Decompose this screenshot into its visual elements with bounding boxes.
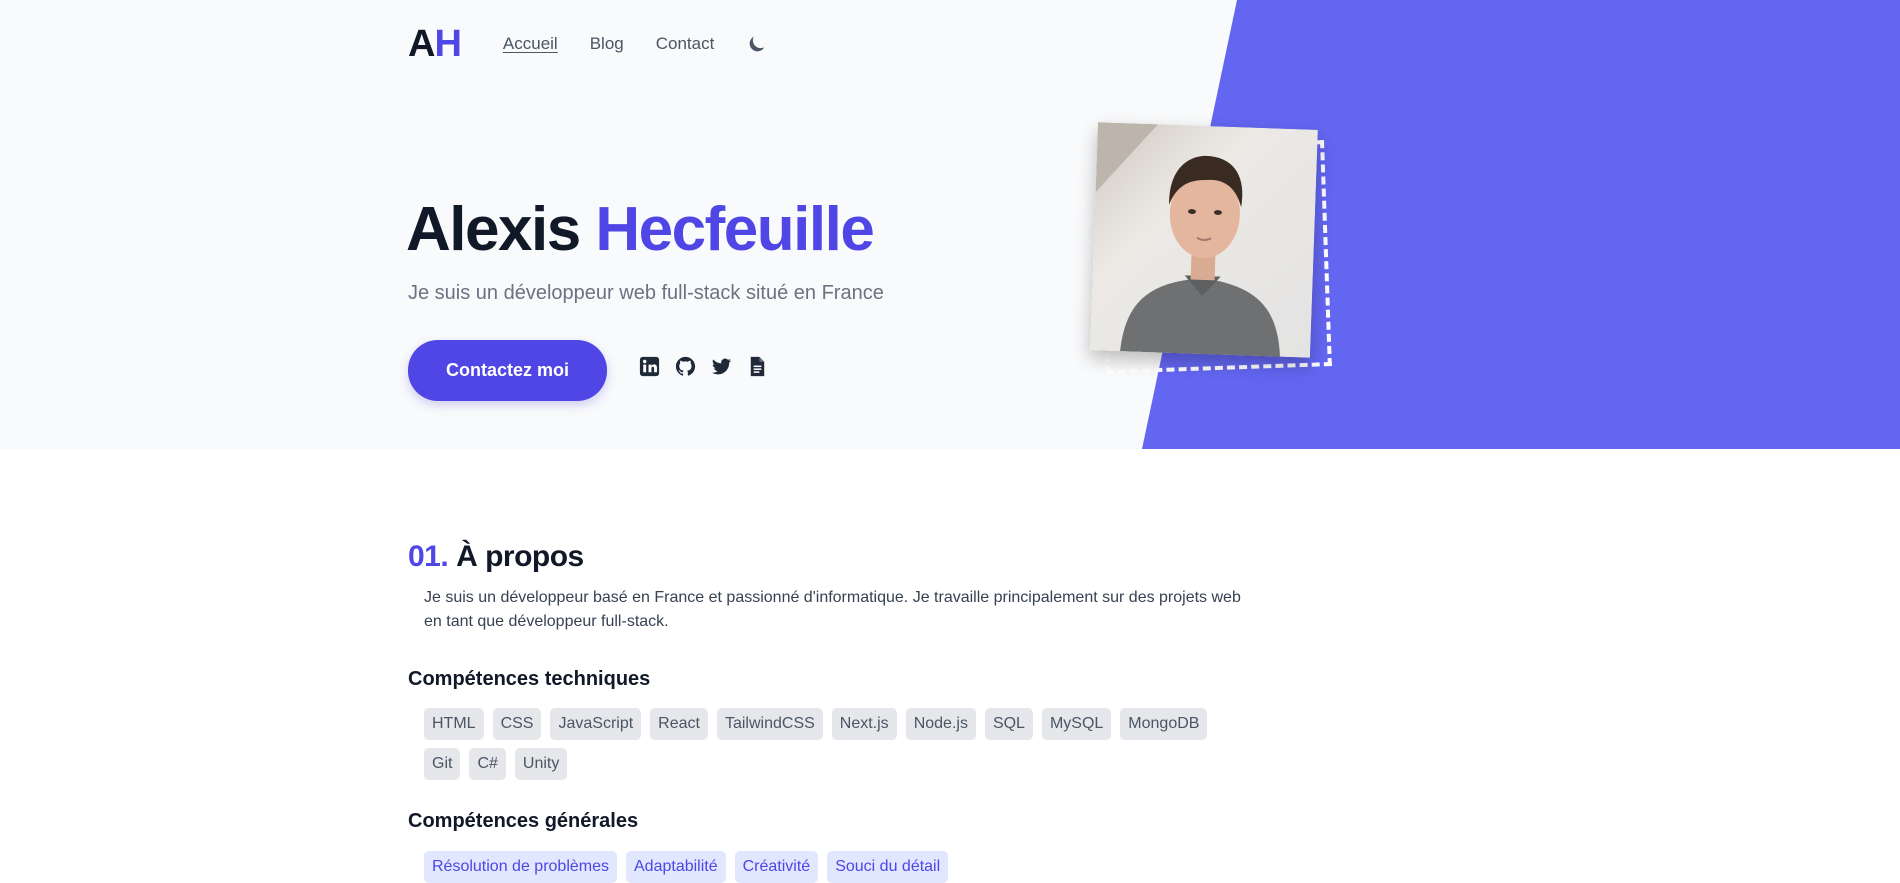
hero-section: AH Accueil Blog Contact Alexis Hecfeuill… — [0, 0, 1900, 449]
top-nav: AH Accueil Blog Contact — [408, 22, 768, 66]
general-skills-title: Compétences générales — [408, 810, 639, 832]
section-title-text: À propos — [456, 540, 584, 573]
technical-skills-list: HTML CSS JavaScript React TailwindCSS Ne… — [408, 708, 1244, 780]
skill-tag: Adaptabilité — [626, 851, 726, 883]
skill-tag: MongoDB — [1120, 708, 1208, 740]
section-title: 01. À propos — [408, 540, 1238, 574]
about-section: 01. À propos Je suis un développeur basé… — [408, 540, 1241, 883]
profile-photo-frame — [1090, 122, 1336, 374]
skill-tag: Git — [424, 748, 461, 780]
nav-link-accueil[interactable]: Accueil — [503, 34, 558, 54]
skill-tag: JavaScript — [550, 708, 642, 740]
hero-title: Alexis Hecfeuille — [406, 195, 875, 264]
general-skills-list: Résolution de problèmes Adaptabilité Cré… — [408, 851, 1244, 883]
skill-tag: Next.js — [831, 708, 897, 740]
skill-tag: React — [650, 708, 708, 740]
skill-tag: Node.js — [905, 708, 976, 740]
site-logo[interactable]: AH — [408, 25, 462, 63]
technical-skills-title: Compétences techniques — [408, 668, 651, 690]
skill-tag: MySQL — [1041, 708, 1112, 740]
github-icon[interactable] — [674, 355, 697, 378]
resume-document-icon[interactable] — [746, 355, 769, 378]
social-links — [638, 355, 769, 378]
linkedin-icon[interactable] — [638, 355, 661, 378]
about-description: Je suis un développeur basé en France et… — [424, 589, 1241, 630]
skill-tag: SQL — [984, 708, 1033, 740]
hero-accent-shape — [1142, 0, 1900, 449]
moon-icon[interactable] — [746, 33, 768, 55]
skill-tag: Unity — [514, 748, 568, 780]
last-name: Hecfeuille — [595, 195, 874, 264]
skill-tag: TailwindCSS — [716, 708, 823, 740]
first-name: Alexis — [406, 195, 581, 264]
contact-me-button[interactable]: Contactez moi — [408, 340, 607, 401]
nav-link-contact[interactable]: Contact — [656, 34, 715, 54]
skill-tag: C# — [469, 748, 506, 780]
skill-tag: Souci du détail — [827, 851, 949, 883]
skill-tag: Créativité — [734, 851, 819, 883]
skill-tag: CSS — [492, 708, 542, 740]
skill-tag: Résolution de problèmes — [424, 851, 617, 883]
section-number: 01. — [408, 540, 449, 573]
nav-link-blog[interactable]: Blog — [590, 34, 624, 54]
profile-photo — [1090, 122, 1318, 358]
twitter-icon[interactable] — [710, 355, 733, 378]
skill-tag: HTML — [424, 708, 484, 740]
hero-subtitle: Je suis un développeur web full-stack si… — [408, 282, 884, 304]
